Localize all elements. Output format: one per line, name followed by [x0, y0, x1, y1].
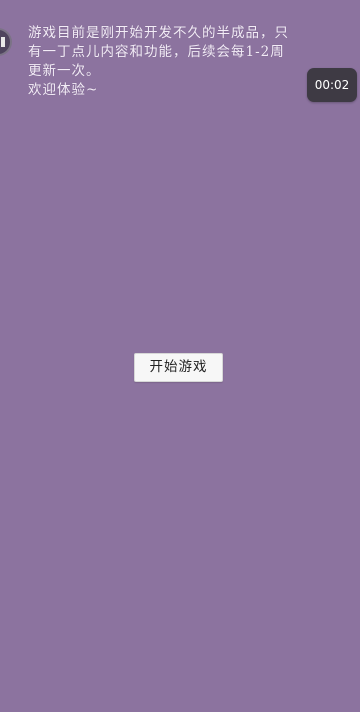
intro-line: 有一丁点儿内容和功能，后续会每1-2周 — [28, 44, 285, 60]
timer-badge: 00:02 — [307, 68, 357, 102]
intro-line: 游戏目前是刚开始开发不久的半成品，只 — [28, 25, 289, 41]
menu-handle-icon — [1, 37, 5, 47]
floating-menu-handle[interactable] — [0, 28, 12, 56]
intro-line: 更新一次。 — [28, 63, 101, 79]
intro-line: 欢迎体验~ — [28, 82, 99, 98]
intro-text: 游戏目前是刚开始开发不久的半成品，只 有一丁点儿内容和功能，后续会每1-2周 更… — [28, 24, 328, 100]
start-game-button[interactable]: 开始游戏 — [134, 353, 223, 382]
game-screen: 游戏目前是刚开始开发不久的半成品，只 有一丁点儿内容和功能，后续会每1-2周 更… — [0, 0, 360, 712]
